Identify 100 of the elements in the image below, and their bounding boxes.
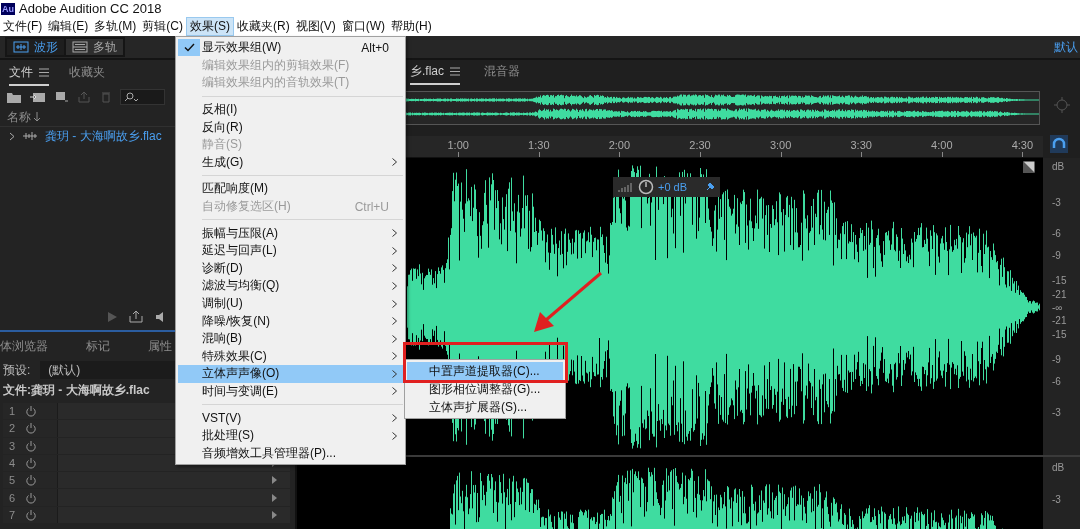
time-label: 3:30 (850, 139, 872, 151)
window-title: Adobe Audition CC 2018 (19, 1, 162, 16)
insert-icon[interactable] (78, 91, 92, 103)
app-logo: Au (1, 2, 15, 15)
menu-item[interactable]: 振幅与压限(A) (178, 224, 403, 242)
file-label: 文件:龚玥 - 大海啊故乡.flac (2, 382, 150, 399)
menu-item[interactable]: 调制(U) (178, 294, 403, 313)
gain-hud[interactable]: +0 dB (613, 177, 721, 197)
preset-label: 预设: (3, 361, 31, 379)
corner-toggle-icon[interactable] (1023, 161, 1035, 173)
import-icon[interactable] (30, 91, 46, 103)
slot-number: 3 (7, 439, 17, 452)
expand-chevron-icon[interactable] (8, 131, 15, 141)
time-label: 4:00 (931, 139, 953, 151)
menu-item[interactable]: 效果(S) (186, 17, 234, 36)
mode-button[interactable]: 多轨 (65, 38, 124, 56)
menu-item[interactable]: VST(V) (178, 409, 403, 427)
menu-item[interactable]: 批处理(S) (178, 426, 403, 445)
waveform-icon (13, 40, 29, 54)
slot-number: 7 (7, 508, 17, 521)
panel-tab[interactable]: 标记 (86, 334, 110, 360)
slot-number: 4 (7, 457, 17, 470)
menu-item[interactable]: 中置声道提取器(C)... (407, 362, 563, 380)
mode-button[interactable]: 波形 (6, 38, 65, 56)
menu-item[interactable]: 窗口(W) (338, 17, 388, 36)
file-name[interactable]: 龚玥 - 大海啊故乡.flac (45, 127, 162, 145)
menu-item[interactable]: 时间与变调(E) (178, 382, 403, 401)
tracks-icon (72, 40, 88, 54)
slot-number: 5 (7, 474, 17, 487)
panel-tab[interactable]: 收藏夹 (69, 60, 105, 86)
slot-number: 6 (7, 491, 17, 504)
power-icon[interactable] (25, 491, 37, 504)
checkmark-icon (183, 43, 195, 53)
panel-tab[interactable]: 体浏览器 (0, 334, 48, 360)
db-label: dB (1052, 160, 1065, 172)
menu-item[interactable]: 剪辑(C) (139, 17, 186, 36)
menu-item[interactable]: 延迟与回声(L) (178, 241, 403, 260)
audio-file-icon (23, 132, 37, 140)
headphones-icon[interactable] (1050, 135, 1068, 153)
column-header[interactable]: 名称 (7, 108, 31, 126)
menu-item[interactable]: 音频增效工具管理器(P)... (178, 444, 403, 463)
menu-item[interactable]: 多轨(M) (91, 17, 140, 36)
play-icon[interactable] (108, 312, 117, 322)
pin-icon[interactable] (705, 182, 716, 192)
gain-reading[interactable]: +0 dB (658, 181, 688, 193)
menu-icon (39, 67, 49, 77)
menu-item[interactable]: 立体声扩展器(S)... (407, 398, 563, 416)
search-field[interactable] (120, 89, 165, 105)
db-label: -15 (1052, 328, 1067, 340)
menu-item[interactable]: 编辑(E) (45, 17, 92, 36)
editor-tab[interactable]: 乡.flac (410, 60, 460, 85)
db-label: -3 (1052, 196, 1061, 208)
menu-item[interactable]: 滤波与均衡(Q) (178, 277, 403, 295)
menu-item[interactable]: 匹配响度(M) (178, 180, 403, 198)
menu-item[interactable]: 视图(V) (292, 17, 339, 36)
export-icon[interactable] (129, 311, 143, 323)
workspace-name[interactable]: 默认 (1054, 38, 1078, 56)
menu-icon (450, 67, 460, 76)
panel-tab[interactable]: 属性 (148, 334, 172, 360)
search-icon (124, 92, 138, 102)
menu-item[interactable]: 显示效果组(W) Alt+0 (178, 39, 403, 57)
db-label: -∞ (1052, 301, 1063, 313)
new-file-icon[interactable] (55, 91, 69, 103)
menu-item[interactable]: 诊断(D) (178, 259, 403, 278)
power-icon[interactable] (25, 457, 37, 470)
menu-item[interactable]: 降噪/恢复(N) (178, 312, 403, 330)
time-label: 3:00 (769, 139, 792, 151)
time-label: 2:00 (608, 139, 631, 151)
db-label: -21 (1052, 288, 1067, 300)
db-label: -21 (1052, 314, 1067, 326)
time-label: 1:30 (528, 139, 550, 151)
menu-item[interactable]: 混响(B) (178, 329, 403, 348)
power-icon[interactable] (25, 422, 37, 435)
panel-tab[interactable]: 文件 (9, 60, 49, 86)
db-label: -9 (1052, 353, 1061, 365)
folder-icon[interactable] (7, 91, 21, 103)
power-icon[interactable] (25, 474, 37, 487)
db-label: -9 (1052, 249, 1061, 261)
menu-item[interactable]: 立体声声像(O) (178, 365, 403, 383)
db-label: -3 (1052, 493, 1061, 505)
db-label: -6 (1052, 227, 1061, 239)
menu-item[interactable]: 帮助(H) (388, 17, 435, 36)
slot-number: 2 (7, 422, 17, 435)
power-icon[interactable] (25, 508, 37, 521)
knob-icon[interactable] (638, 179, 654, 195)
time-label: 1:00 (447, 139, 469, 151)
editor-tab[interactable]: 混音器 (484, 60, 520, 85)
time-label: 4:30 (1011, 139, 1034, 151)
power-icon[interactable] (25, 405, 37, 418)
db-label: -15 (1052, 274, 1067, 286)
time-label: 2:30 (689, 139, 711, 151)
db-label: -6 (1052, 375, 1061, 387)
db-label: -3 (1052, 406, 1061, 418)
menu-item[interactable]: 文件(F) (0, 17, 46, 36)
menu-item[interactable]: 图形相位调整器(G)... (407, 380, 563, 398)
menu-item[interactable]: 反向(R) (178, 118, 403, 136)
power-icon[interactable] (25, 439, 37, 452)
menu-item[interactable]: 反相(I) (178, 100, 403, 119)
sort-arrow-icon (33, 112, 41, 122)
menu-item[interactable]: 收藏夹(R) (234, 17, 293, 36)
